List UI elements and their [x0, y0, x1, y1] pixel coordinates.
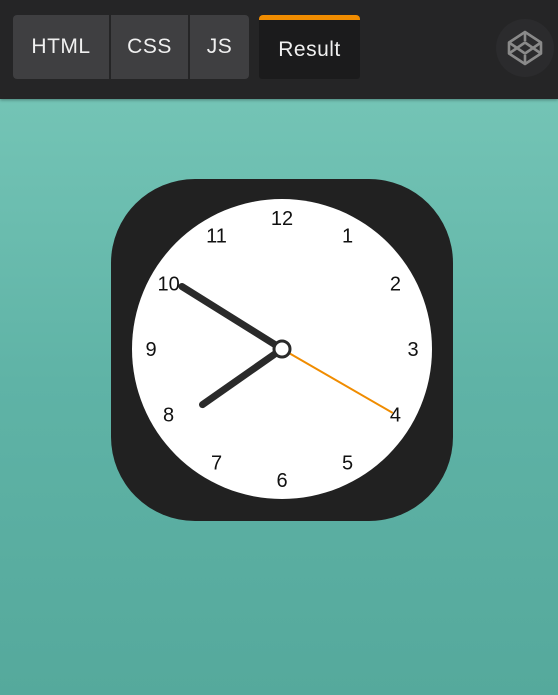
tab-css[interactable]: CSS: [111, 15, 188, 79]
tab-result[interactable]: Result: [259, 15, 360, 79]
clock-number-12: 12: [271, 208, 293, 230]
codepen-logo-icon: [507, 30, 543, 66]
clock-number-7: 7: [211, 452, 222, 474]
clock-number-9: 9: [145, 339, 156, 361]
clock-number-4: 4: [390, 405, 401, 427]
tab-html[interactable]: HTML: [13, 15, 109, 79]
clock-number-11: 11: [206, 226, 227, 248]
clock-number-5: 5: [342, 452, 353, 474]
tab-js[interactable]: JS: [190, 15, 249, 79]
clock-number-8: 8: [163, 405, 174, 427]
editor-tab-group: HTML CSS JS: [13, 15, 249, 79]
clock-number-6: 6: [276, 470, 287, 492]
clock-number-1: 1: [342, 226, 353, 248]
clock-widget: 12 1 2 3 4 5 6 7 8 9 10 11: [111, 179, 453, 521]
editor-toolbar: HTML CSS JS Result: [0, 0, 558, 99]
clock-number-10: 10: [157, 274, 179, 296]
clock-face-svg: 121234567891011: [132, 199, 432, 499]
codepen-logo-button[interactable]: [496, 19, 554, 77]
clock-number-3: 3: [407, 339, 418, 361]
clock-number-2: 2: [390, 274, 401, 296]
clock-center-pin: [272, 339, 292, 359]
